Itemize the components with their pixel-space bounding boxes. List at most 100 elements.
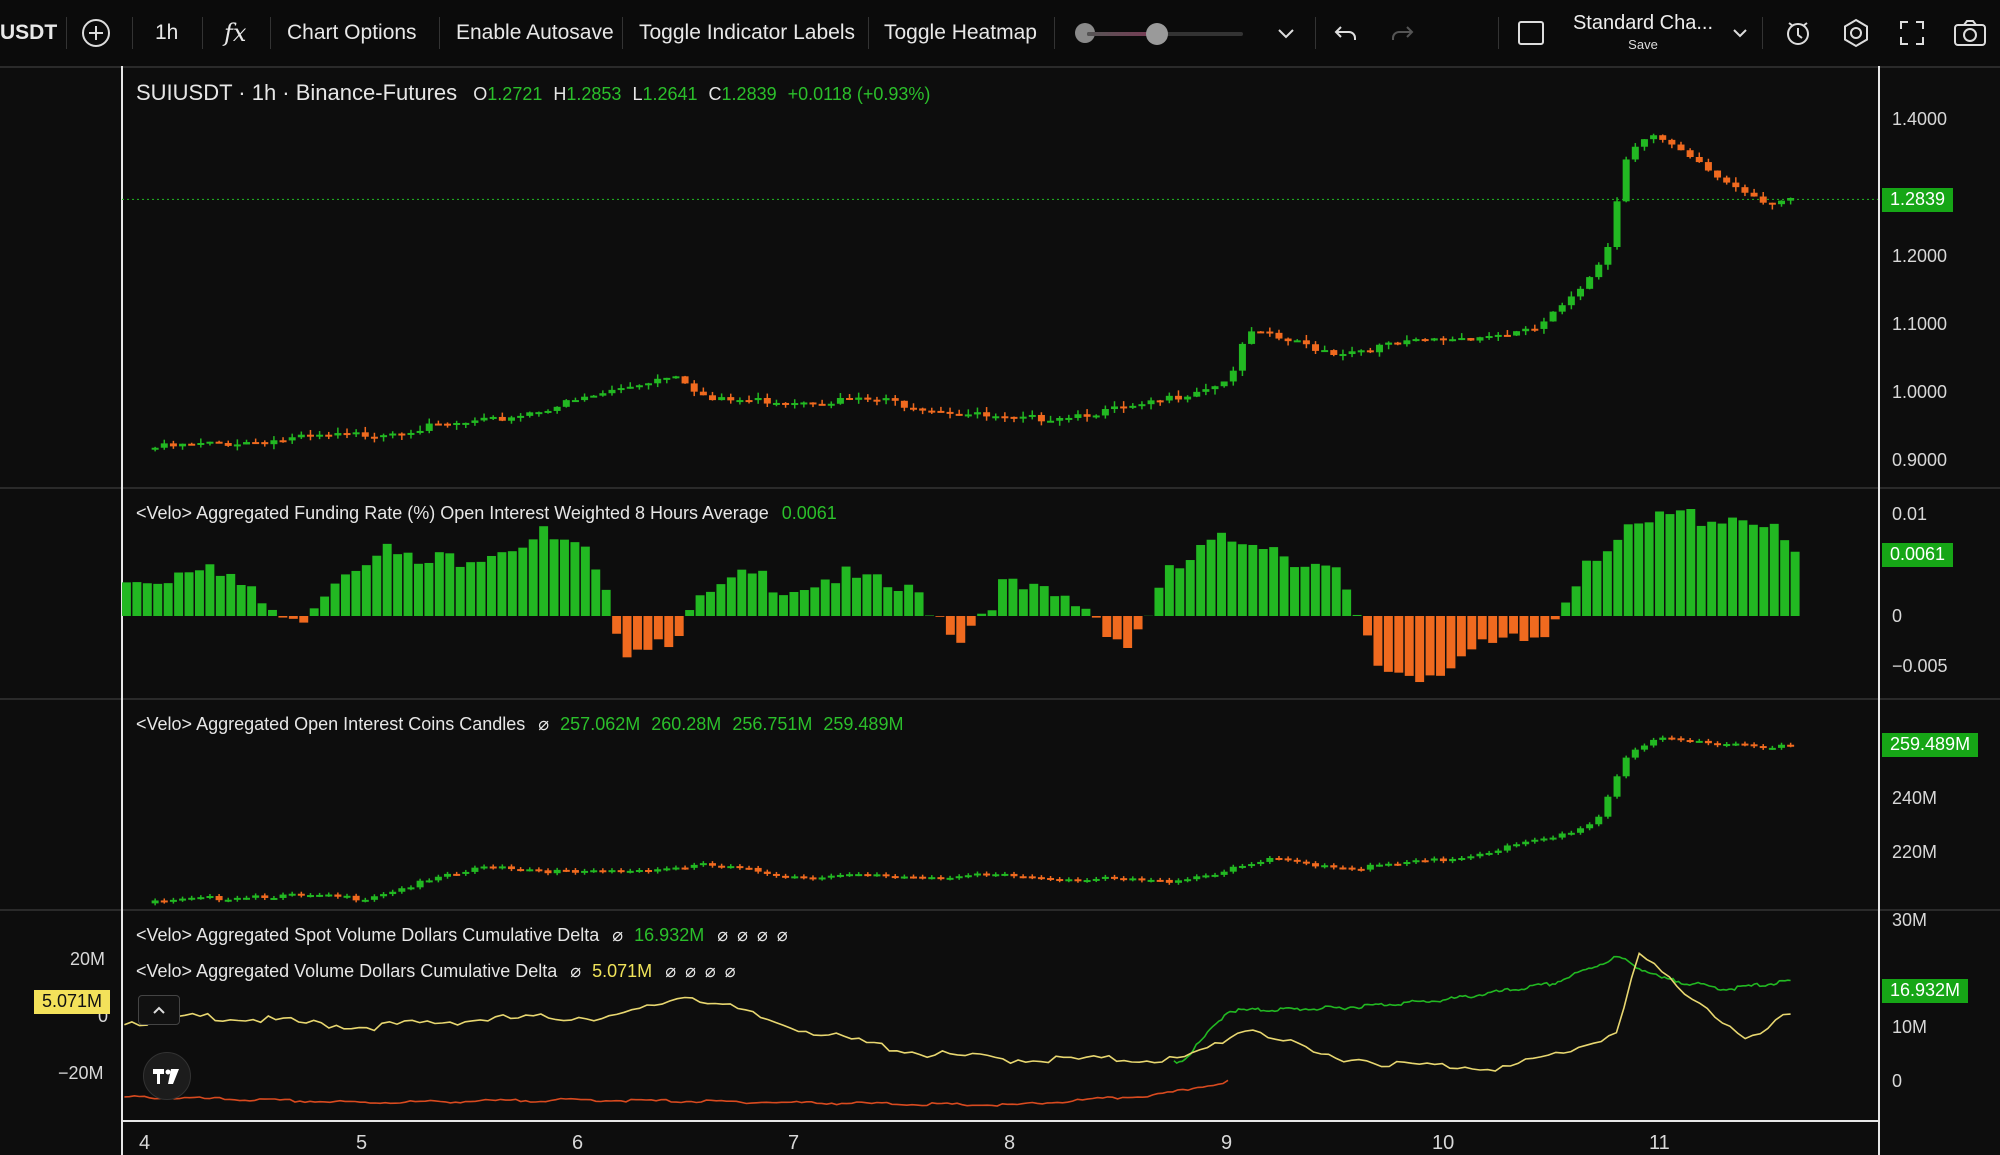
- funding-bar: [1655, 511, 1664, 616]
- price-candle: [1111, 406, 1119, 410]
- oi-candle: [453, 873, 461, 876]
- oi-candle: [1467, 856, 1475, 859]
- funding-bar: [1321, 565, 1331, 616]
- oi-candle: [1184, 879, 1192, 882]
- symbol-title: SUIUSDT · 1h · Binance-Futures: [136, 80, 458, 105]
- cvd-axis-label: 10M: [1892, 1017, 1928, 1037]
- price-candle: [526, 412, 534, 416]
- price-candle: [462, 422, 470, 425]
- funding-bar: [1404, 616, 1414, 676]
- price-candle: [571, 400, 579, 403]
- oi-candle: [1531, 839, 1539, 842]
- oi-candle: [1284, 858, 1292, 861]
- oi-candle: [855, 874, 863, 877]
- oi-candle: [389, 891, 397, 895]
- chevron-up-icon: [153, 1006, 165, 1014]
- price-candle: [1732, 182, 1740, 188]
- price-candle: [855, 397, 863, 400]
- funding-bar: [341, 574, 350, 616]
- price-candle: [1266, 331, 1274, 334]
- funding-bar: [1467, 616, 1477, 650]
- oi-candle: [334, 894, 342, 897]
- oi-candle: [1778, 744, 1786, 748]
- funding-bar: [1363, 616, 1372, 636]
- funding-bar: [122, 582, 131, 616]
- oi-candle: [1513, 844, 1521, 847]
- oi-candle: [809, 877, 817, 880]
- price-candle: [370, 436, 378, 439]
- oi-candle: [1412, 860, 1420, 863]
- price-candle: [1229, 370, 1237, 382]
- price-candle: [690, 383, 698, 392]
- price-candle: [535, 412, 543, 415]
- oi-candle: [1339, 867, 1347, 870]
- tradingview-logo[interactable]: [143, 1052, 191, 1100]
- oi-candle: [1083, 880, 1091, 883]
- price-candle: [1576, 288, 1584, 297]
- left-cvd-axis-label: −20M: [58, 1063, 104, 1083]
- oi-candle: [663, 868, 671, 871]
- oi-candle: [772, 873, 780, 876]
- price-candle: [1138, 404, 1146, 407]
- oi-candle: [462, 871, 470, 874]
- oi-candle: [1394, 863, 1402, 866]
- oi-candle: [1576, 828, 1584, 833]
- oi-candle: [553, 869, 561, 874]
- price-candle: [389, 433, 397, 436]
- oi-candle: [1704, 740, 1712, 744]
- price-candle: [1083, 414, 1091, 417]
- spot-cvd-line: [1173, 955, 1791, 1065]
- price-candle: [480, 417, 488, 421]
- oi-candle: [471, 867, 479, 872]
- oi-candle: [672, 867, 680, 870]
- left-cvd-axis-label: 20M: [70, 949, 106, 969]
- price-candle: [1668, 139, 1676, 145]
- funding-bar: [445, 553, 455, 616]
- oi-candle: [1357, 868, 1365, 871]
- funding-bar: [977, 613, 987, 616]
- low-value: 1.2641: [642, 84, 698, 104]
- oi-candle: [1732, 743, 1740, 746]
- oi-candle: [243, 897, 251, 900]
- time-axis-label: 4: [139, 1132, 151, 1154]
- funding-bar: [893, 590, 903, 616]
- funding-bar: [518, 547, 528, 616]
- oi-candle: [188, 897, 196, 900]
- price-candle: [873, 399, 881, 402]
- oi-candle: [992, 874, 1000, 877]
- oi-candle: [407, 887, 415, 890]
- oi-candle: [1037, 877, 1045, 880]
- funding-bar: [1644, 522, 1654, 616]
- oi-last-tag: 259.489M: [1882, 733, 1979, 757]
- price-candle: [188, 443, 196, 446]
- price-axis-label: 1.0000: [1892, 382, 1948, 402]
- price-candle: [626, 386, 634, 389]
- oi-candle: [398, 888, 406, 892]
- main-legend: SUIUSDT · 1h · Binance-Futures O1.2721 H…: [136, 80, 931, 105]
- funding-bar: [1780, 540, 1790, 616]
- price-candle: [160, 443, 168, 448]
- collapse-legend-button[interactable]: [138, 995, 180, 1025]
- oi-candle: [1439, 858, 1447, 862]
- oi-title: <Velo> Aggregated Open Interest Coins Ca…: [136, 714, 526, 734]
- price-candle: [1037, 414, 1045, 422]
- price-candle: [1184, 396, 1192, 400]
- high-value: 1.2853: [566, 84, 622, 104]
- price-candle: [909, 407, 917, 410]
- price-candle: [1631, 146, 1639, 160]
- price-candle: [343, 433, 351, 436]
- funding-bar: [142, 583, 152, 616]
- funding-bar: [1008, 578, 1018, 616]
- funding-bar: [393, 554, 403, 616]
- price-candle: [233, 444, 241, 447]
- oi-candle: [206, 896, 214, 899]
- price-candle: [1257, 331, 1265, 334]
- price-candle: [1494, 334, 1502, 337]
- oi-candle: [1047, 877, 1055, 880]
- oi-candle: [151, 900, 159, 904]
- funding-bar: [403, 552, 413, 616]
- price-candle: [1193, 391, 1201, 397]
- oi-candle: [654, 869, 662, 872]
- oi-candle: [535, 869, 543, 872]
- oi-candle: [1202, 875, 1210, 878]
